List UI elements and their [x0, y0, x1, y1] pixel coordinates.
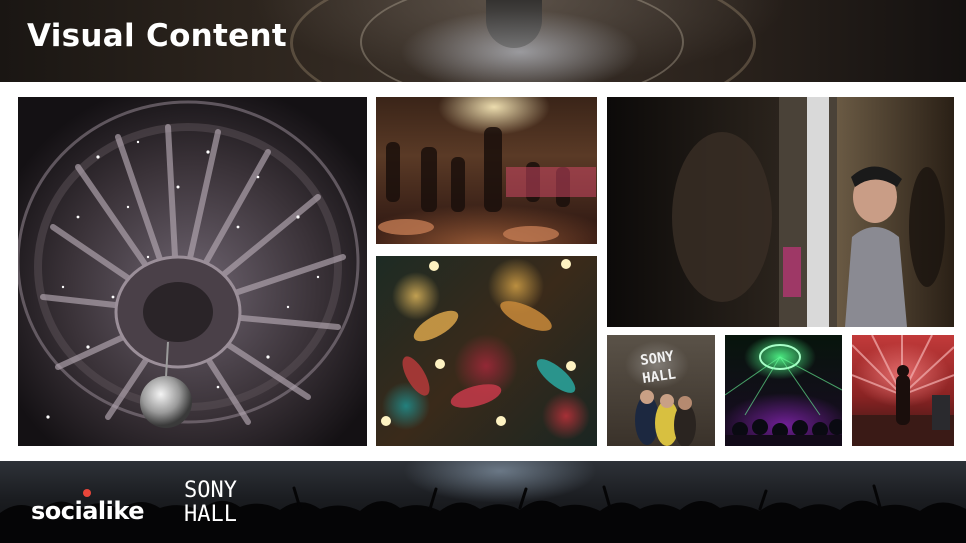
sony-wall-illustration: SONY HALL: [635, 348, 696, 446]
socialike-logo-dot: [83, 489, 91, 497]
photo-club-lights: [725, 335, 842, 446]
photo-ceiling-chandelier: [18, 97, 367, 446]
crowd-silhouette: [0, 484, 966, 543]
photo-ornaments: [376, 256, 597, 446]
photo-stage-performance: [376, 97, 597, 244]
slide: Visual Content SONY HALL socialike SONY …: [0, 0, 966, 543]
photo-performer-red: [852, 335, 954, 446]
sony-hall-logo-line2: HALL: [184, 502, 237, 527]
sony-wall-text-line1: SONY: [639, 348, 675, 369]
socialike-logo-text: socialike: [31, 497, 144, 525]
club-illustration: [725, 344, 842, 446]
header-banner: Visual Content: [0, 0, 966, 82]
page-title: Visual Content: [27, 18, 287, 54]
ornaments-illustration: [381, 259, 576, 426]
footer-banner: socialike SONY HALL: [0, 461, 966, 543]
mirror-illustration: [607, 97, 954, 327]
photo-sony-hall-wall: SONY HALL: [607, 335, 715, 446]
photo-dressing-room-mirror: [607, 97, 954, 327]
sony-hall-logo-line1: SONY: [184, 478, 237, 503]
sony-hall-logo: SONY HALL: [184, 479, 254, 527]
sony-wall-text-line2: HALL: [641, 366, 677, 387]
socialike-logo: socialike: [31, 489, 144, 525]
stage-illustration: [378, 127, 596, 242]
performer-illustration: [852, 335, 954, 446]
ceiling-illustration: [18, 97, 367, 446]
